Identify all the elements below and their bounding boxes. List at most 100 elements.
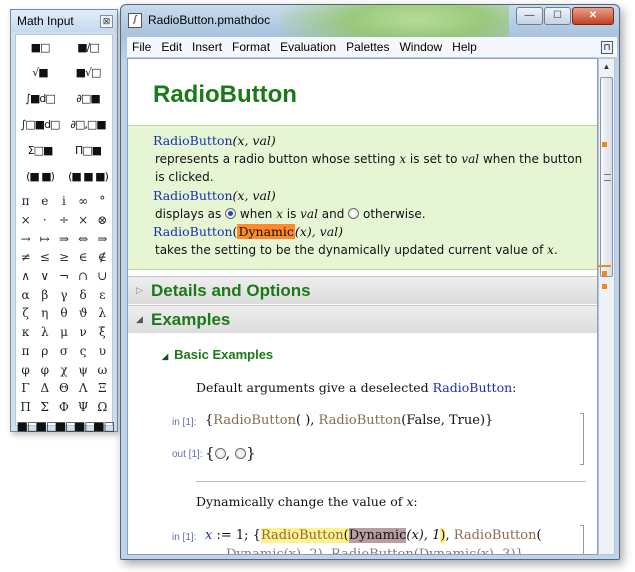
symbol-button[interactable]: ς (74, 344, 92, 358)
symbol-button[interactable]: ° (93, 194, 111, 208)
symbol-button[interactable]: Ω (93, 400, 111, 414)
symbol-button[interactable]: ≥ (55, 250, 73, 264)
scroll-up-icon[interactable]: ▲ (599, 59, 614, 75)
template-button[interactable]: ■/□ (66, 41, 110, 54)
symbol-button[interactable]: ⇒ (55, 232, 73, 246)
symbol-button[interactable]: ≤ (36, 250, 54, 264)
symbol-button[interactable]: ϑ (74, 306, 92, 320)
menu-format[interactable]: Format (227, 40, 275, 54)
template-button[interactable]: ■√□ (66, 66, 110, 79)
template-button[interactable]: (■ ■ ■) (66, 170, 110, 183)
symbol-button[interactable]: ∪ (93, 269, 111, 283)
minimize-button[interactable]: — (516, 7, 543, 25)
symbol-button[interactable]: ζ (17, 306, 35, 320)
template-button[interactable]: ∂□,□■ (66, 118, 110, 131)
symbol-button[interactable]: ÷ (55, 213, 73, 227)
symbol-button[interactable]: ∞ (74, 194, 92, 208)
symbol-button[interactable]: π (17, 344, 35, 358)
symbol-button[interactable]: ξ (93, 325, 111, 339)
symbol-button[interactable]: i (55, 194, 73, 208)
symbol-button[interactable]: ⇔ (74, 232, 92, 246)
symbol-button[interactable]: ■□ (93, 419, 115, 433)
symbol-button[interactable]: α (17, 288, 35, 302)
symbol-button[interactable]: ¬ (55, 269, 73, 283)
section-examples[interactable]: ◢ Examples (128, 305, 597, 333)
symbol-button[interactable]: ∉ (93, 250, 111, 264)
template-button[interactable]: ∫□■d□ (18, 118, 62, 131)
symbol-button[interactable]: ψ (74, 363, 92, 377)
symbol-button[interactable]: · (36, 213, 54, 227)
cell-group-bracket[interactable] (580, 413, 584, 465)
symbol-button[interactable]: γ (55, 288, 73, 302)
symbol-button[interactable]: ∈ (74, 250, 92, 264)
vertical-scrollbar[interactable]: ▲ (598, 58, 615, 555)
symbol-button[interactable]: Θ (55, 381, 73, 395)
symbol-button[interactable]: ■□ (17, 419, 39, 433)
symbol-button[interactable]: Λ (74, 381, 92, 395)
symbol-button[interactable]: Ψ (74, 400, 92, 414)
symbol-button[interactable]: η (36, 306, 54, 320)
example-1-text-fn[interactable]: RadioButton (433, 380, 513, 395)
symbol-button[interactable]: Ξ (93, 381, 111, 395)
symbol-button[interactable]: κ (17, 325, 35, 339)
menu-window[interactable]: Window (394, 40, 447, 54)
symbol-button[interactable]: ⇒ (93, 232, 111, 246)
symbol-button[interactable]: λ (36, 325, 54, 339)
menu-file[interactable]: File (127, 40, 156, 54)
symbol-button[interactable]: Φ (55, 400, 73, 414)
usage-1-fn[interactable]: RadioButton (153, 133, 233, 148)
symbol-button[interactable]: ν (74, 325, 92, 339)
template-button[interactable]: Π□■ (66, 144, 110, 157)
output-radio-2-icon[interactable] (235, 448, 247, 459)
menu-edit[interactable]: Edit (156, 40, 187, 54)
section-details[interactable]: ▷ Details and Options (128, 276, 597, 304)
symbol-button[interactable]: ■□ (55, 419, 77, 433)
symbol-button[interactable]: φ (17, 363, 35, 377)
radio-selected-icon[interactable] (225, 207, 237, 219)
symbol-button[interactable]: δ (74, 288, 92, 302)
template-button[interactable]: ∂□■ (66, 92, 110, 105)
symbol-button[interactable]: ↦ (36, 232, 54, 246)
symbol-button[interactable]: ■□ (74, 419, 96, 433)
symbol-button[interactable]: ∨ (36, 269, 54, 283)
maximize-button[interactable]: ☐ (544, 7, 571, 25)
symbol-button[interactable]: e (36, 194, 54, 208)
symbol-button[interactable]: ∩ (74, 269, 92, 283)
template-button[interactable]: ∫■d□ (18, 92, 62, 105)
palette-titlebar[interactable]: Math Input ⊠ (11, 10, 117, 32)
input-2-code[interactable]: x := 1; {RadioButton(Dynamic(x), 1), Rad… (205, 528, 542, 543)
symbol-button[interactable]: σ (55, 344, 73, 358)
scroll-thumb[interactable] (600, 77, 613, 277)
menu-palettes[interactable]: Palettes (341, 40, 394, 54)
symbol-button[interactable]: ⊗ (93, 213, 111, 227)
palette-close-button[interactable]: ⊠ (100, 14, 113, 28)
menu-insert[interactable]: Insert (187, 40, 227, 54)
pin-icon[interactable]: ⊓ (601, 40, 613, 54)
symbol-button[interactable]: Π (17, 400, 35, 414)
symbol-button[interactable]: β (36, 288, 54, 302)
usage-2-fn[interactable]: RadioButton (153, 188, 233, 203)
cell-group-bracket-2[interactable] (580, 525, 584, 554)
symbol-button[interactable]: ω (93, 363, 111, 377)
symbol-button[interactable]: Δ (36, 381, 54, 395)
symbol-button[interactable]: ε (93, 288, 111, 302)
menu-help[interactable]: Help (447, 40, 482, 54)
symbol-button[interactable]: → (17, 232, 35, 246)
template-button[interactable]: ■□ (18, 41, 62, 54)
input-1-code[interactable]: {RadioButton( ), RadioButton(False, True… (205, 413, 493, 428)
output-radio-1-icon[interactable] (214, 448, 226, 459)
usage-3-fn[interactable]: RadioButton (153, 224, 233, 239)
radio-unselected-icon[interactable] (348, 207, 360, 219)
symbol-button[interactable]: π (17, 194, 35, 208)
symbol-button[interactable]: χ (55, 363, 73, 377)
template-button[interactable]: Σ□■ (18, 144, 62, 157)
usage-3-dynamic[interactable]: Dynamic (237, 224, 295, 240)
symbol-button[interactable]: λ (93, 306, 111, 320)
symbol-button[interactable]: Γ (17, 381, 35, 395)
template-button[interactable]: √■ (18, 66, 62, 79)
symbol-button[interactable]: Σ (36, 400, 54, 414)
symbol-button[interactable]: ■□ (36, 419, 58, 433)
document-content[interactable]: RadioButton RadioButton(x, val) represen… (127, 58, 598, 555)
symbol-button[interactable]: μ (55, 325, 73, 339)
symbol-button[interactable]: × (74, 213, 92, 227)
